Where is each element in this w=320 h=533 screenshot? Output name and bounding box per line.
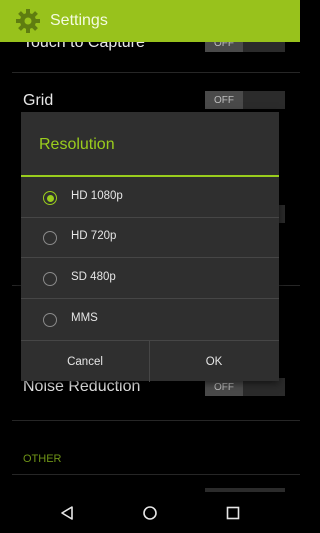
cancel-button[interactable]: Cancel <box>21 341 149 382</box>
option-label: HD 1080p <box>71 190 123 202</box>
resolution-dialog: Resolution HD 1080p HD 720p SD 480p MMS … <box>21 112 279 382</box>
setting-label: Grid <box>23 92 54 109</box>
option-hd-1080p[interactable]: HD 1080p <box>21 178 279 218</box>
option-label: SD 480p <box>71 271 116 283</box>
gear-icon <box>14 7 42 35</box>
radio-button[interactable] <box>43 231 57 245</box>
toggle-state: OFF <box>205 91 243 109</box>
divider <box>21 257 279 258</box>
option-label: HD 720p <box>71 230 117 242</box>
dialog-title-divider <box>21 175 279 177</box>
option-sd-480p[interactable]: SD 480p <box>21 259 279 299</box>
app-bar: Settings <box>0 0 300 42</box>
radio-button-selected[interactable] <box>43 191 57 205</box>
home-icon[interactable] <box>139 502 161 524</box>
back-icon[interactable] <box>56 502 78 524</box>
divider <box>12 72 300 73</box>
radio-button[interactable] <box>43 272 57 286</box>
divider <box>12 420 300 421</box>
hidden-toggle <box>279 205 285 223</box>
divider <box>12 474 300 475</box>
option-label: MMS <box>71 312 98 324</box>
option-hd-720p[interactable]: HD 720p <box>21 218 279 258</box>
dialog-title: Resolution <box>39 136 115 153</box>
ok-button[interactable]: OK <box>150 341 278 382</box>
recents-icon[interactable] <box>222 502 244 524</box>
radio-button[interactable] <box>43 313 57 327</box>
option-mms[interactable]: MMS <box>21 300 279 340</box>
dialog-actions: Cancel OK <box>21 340 279 382</box>
section-header-other: OTHER <box>23 453 62 465</box>
divider <box>21 298 279 299</box>
navigation-bar <box>0 492 300 533</box>
page-title: Settings <box>50 12 108 29</box>
screen: Touch to Capture OFF Grid OFF Noise Redu… <box>0 0 300 533</box>
grid-toggle[interactable]: OFF <box>205 91 285 109</box>
